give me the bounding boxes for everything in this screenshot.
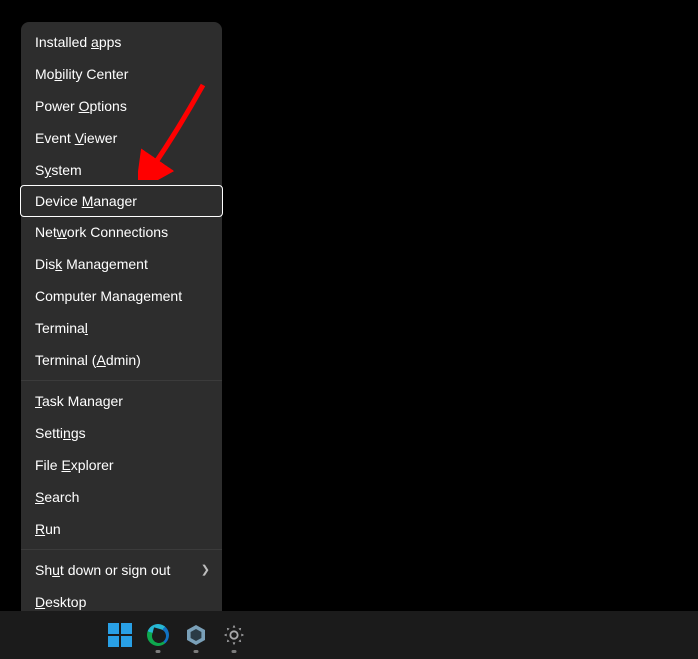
menu-item-accelerator: T	[35, 393, 42, 409]
menu-item-shut-down[interactable]: Shut down or sign out ❯	[21, 554, 222, 586]
menu-item-text-post: pps	[99, 34, 122, 50]
menu-item-text-pre: Termina	[35, 320, 85, 336]
menu-item-accelerator: n	[63, 425, 71, 441]
menu-item-text-post: un	[45, 521, 61, 537]
taskbar	[0, 611, 698, 659]
menu-item-text-post: esktop	[45, 594, 86, 610]
menu-item-text-post: anager	[93, 193, 137, 209]
menu-item-text-post: ptions	[89, 98, 126, 114]
menu-item-accelerator: M	[82, 193, 94, 209]
menu-item-run[interactable]: Run	[21, 513, 222, 545]
menu-item-network-connections[interactable]: Network Connections	[21, 216, 222, 248]
menu-item-text-post: stem	[51, 162, 81, 178]
menu-item-file-explorer[interactable]: File Explorer	[21, 449, 222, 481]
menu-item-accelerator: E	[61, 457, 70, 473]
menu-item-text-pre: Net	[35, 224, 57, 240]
menu-item-text-pre: Event	[35, 130, 75, 146]
menu-separator	[21, 549, 222, 550]
menu-item-text-post: t down or sign out	[60, 562, 171, 578]
epic-icon[interactable]	[184, 623, 208, 647]
menu-item-text-pre: Terminal (	[35, 352, 96, 368]
menu-item-text-pre: Computer Mana	[35, 288, 135, 304]
menu-item-disk-management[interactable]: Disk Management	[21, 248, 222, 280]
menu-item-accelerator: l	[85, 320, 88, 336]
menu-item-text-pre: Device	[35, 193, 82, 209]
menu-item-mobility-center[interactable]: Mobility Center	[21, 58, 222, 90]
menu-item-text-pre: Installed	[35, 34, 91, 50]
menu-item-accelerator: w	[57, 224, 67, 240]
menu-item-system[interactable]: System	[21, 154, 222, 186]
menu-item-text-pre: Setti	[35, 425, 63, 441]
menu-item-device-manager[interactable]: Device Manager	[20, 185, 223, 217]
menu-item-power-options[interactable]: Power Options	[21, 90, 222, 122]
menu-item-text-pre: Power	[35, 98, 79, 114]
menu-item-text-post: earch	[44, 489, 79, 505]
menu-item-text-pre: S	[35, 162, 44, 178]
windows-start-icon[interactable]	[108, 623, 132, 647]
menu-item-text-post: ork Connections	[67, 224, 168, 240]
menu-item-text-post: iewer	[84, 130, 117, 146]
menu-item-text-post: dmin)	[106, 352, 141, 368]
menu-item-text-post: xplorer	[71, 457, 114, 473]
menu-item-accelerator: O	[79, 98, 90, 114]
menu-item-text-post: Management	[62, 256, 148, 272]
menu-item-installed-apps[interactable]: Installed apps	[21, 26, 222, 58]
winx-context-menu: Installed appsMobility CenterPower Optio…	[21, 22, 222, 622]
menu-item-text-post: ask Manager	[42, 393, 123, 409]
menu-item-text-post: ement	[143, 288, 182, 304]
menu-item-text-post: gs	[71, 425, 86, 441]
menu-item-settings[interactable]: Settings	[21, 417, 222, 449]
menu-item-accelerator: S	[35, 489, 44, 505]
menu-item-computer-management[interactable]: Computer Management	[21, 280, 222, 312]
menu-item-accelerator: D	[35, 594, 45, 610]
edge-icon[interactable]	[146, 623, 170, 647]
menu-item-accelerator: A	[96, 352, 105, 368]
menu-item-task-manager[interactable]: Task Manager	[21, 385, 222, 417]
menu-item-event-viewer[interactable]: Event Viewer	[21, 122, 222, 154]
menu-item-terminal-admin[interactable]: Terminal (Admin)	[21, 344, 222, 376]
settings-gear-icon[interactable]	[222, 623, 246, 647]
menu-item-text-pre: Dis	[35, 256, 55, 272]
menu-item-text-pre: Mo	[35, 66, 54, 82]
menu-separator	[21, 380, 222, 381]
chevron-right-icon: ❯	[201, 561, 210, 579]
menu-item-text-pre: File	[35, 457, 61, 473]
menu-item-text-post: ility Center	[62, 66, 128, 82]
menu-item-text-pre: Sh	[35, 562, 52, 578]
menu-item-accelerator: V	[75, 130, 84, 146]
menu-item-accelerator: u	[52, 562, 60, 578]
menu-item-search[interactable]: Search	[21, 481, 222, 513]
menu-item-accelerator: R	[35, 521, 45, 537]
menu-item-accelerator: a	[91, 34, 99, 50]
menu-item-terminal[interactable]: Terminal	[21, 312, 222, 344]
